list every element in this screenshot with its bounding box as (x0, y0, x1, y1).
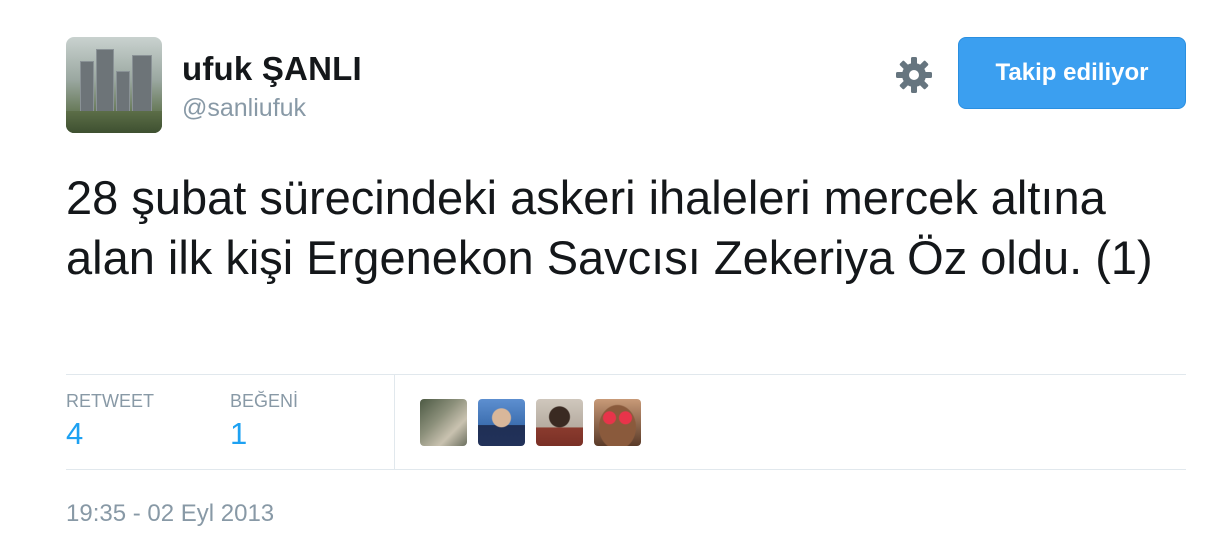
tweet-text: 28 şubat sürecindeki askeri ihaleleri me… (66, 171, 1153, 284)
liker-avatar[interactable] (536, 399, 583, 446)
profile-avatar[interactable] (66, 37, 162, 133)
liker-avatars (420, 399, 641, 446)
gear-icon[interactable] (893, 54, 935, 96)
retweet-label: RETWEET (66, 391, 154, 411)
following-button[interactable]: Takip ediliyor (958, 37, 1186, 109)
tweet-timestamp[interactable]: 19:35 - 02 Eyl 2013 (66, 500, 274, 528)
liker-avatar[interactable] (420, 399, 467, 446)
retweet-stat[interactable]: RETWEET 4 (66, 391, 154, 452)
user-handle[interactable]: @sanliufuk (182, 94, 306, 123)
like-stat[interactable]: BEĞENİ 1 (230, 391, 298, 452)
retweet-count[interactable]: 4 (66, 416, 154, 452)
user-name[interactable]: ufuk ŞANLI (182, 50, 362, 88)
like-label: BEĞENİ (230, 391, 299, 411)
stats-divider (394, 375, 395, 469)
tweet-stats: RETWEET 4 BEĞENİ 1 (66, 374, 1186, 470)
liker-avatar[interactable] (594, 399, 641, 446)
liker-avatar[interactable] (478, 399, 525, 446)
like-count[interactable]: 1 (230, 416, 298, 452)
